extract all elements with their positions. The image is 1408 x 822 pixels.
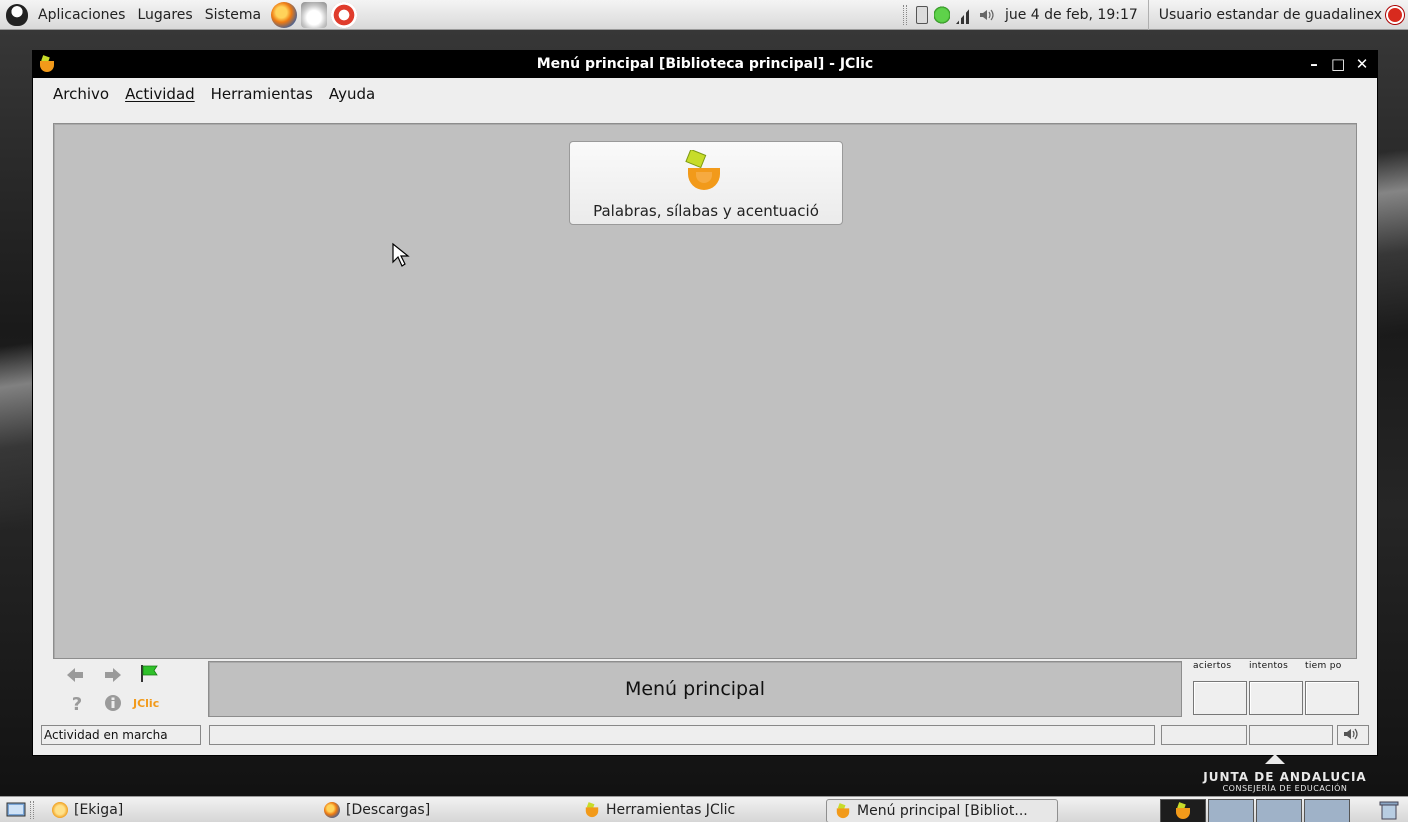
task-ekiga[interactable]: [Ekiga] — [44, 799, 284, 822]
window-titlebar[interactable]: Menú principal [Biblioteca principal] - … — [33, 51, 1377, 78]
firefox-task-icon — [324, 802, 340, 818]
help-question-icon[interactable]: ? — [67, 693, 87, 713]
tiempo-label: tiem po — [1305, 661, 1342, 671]
status-message-field — [209, 725, 1155, 745]
control-panel: ? JClic Menú principal aciertos intentos… — [41, 659, 1369, 719]
activity-label: Palabras, sílabas y acentuació — [593, 202, 819, 220]
battery-icon[interactable] — [915, 6, 928, 24]
trash-icon[interactable] — [1378, 800, 1400, 820]
close-icon[interactable]: ✕ — [1355, 55, 1369, 73]
power-icon[interactable] — [1386, 6, 1404, 24]
menu-lugares[interactable]: Lugares — [131, 7, 198, 23]
signal-strength-icon[interactable] — [955, 6, 972, 24]
task-descargas-label: [Descargas] — [346, 802, 431, 818]
window-title: Menú principal [Biblioteca principal] - … — [536, 56, 874, 72]
firefox-launcher-icon[interactable] — [271, 1, 298, 28]
menu-aplicaciones[interactable]: Aplicaciones — [32, 7, 131, 23]
aciertos-counter — [1193, 681, 1247, 715]
task-menu-principal[interactable]: Menú principal [Bibliot... — [826, 799, 1058, 822]
status-text: Actividad en marcha — [41, 725, 201, 745]
mouse-cursor-icon — [392, 242, 410, 267]
jclic-workspace-icon — [1176, 802, 1190, 819]
task-herramientas-jclic[interactable]: Herramientas JClic — [576, 799, 816, 822]
junta-subtitle: CONSEJERÍA DE EDUCACIÓN — [1222, 784, 1348, 793]
workspace-1[interactable] — [1160, 799, 1206, 822]
next-arrow-icon[interactable] — [103, 665, 123, 685]
score-counters: aciertos intentos tiem po — [1191, 661, 1361, 717]
menu-actividad[interactable]: Actividad — [117, 85, 203, 103]
svg-text:?: ? — [72, 694, 82, 713]
activity-stage: Palabras, sílabas y acentuació — [53, 123, 1357, 659]
menubar: Archivo Actividad Herramientas Ayuda — [33, 79, 1377, 109]
junta-branding: JUNTA DE ANDALUCIA CONSEJERÍA DE EDUCACI… — [1180, 754, 1390, 796]
menu-herramientas[interactable]: Herramientas — [203, 85, 321, 103]
window-controls: – □ ✕ — [1307, 55, 1369, 73]
network-status-icon[interactable] — [933, 6, 950, 24]
system-tray: jue 4 de feb, 19:17 Usuario estandar de … — [902, 0, 1408, 30]
message-box: Menú principal — [208, 661, 1182, 717]
jclic-window: Menú principal [Biblioteca principal] - … — [32, 50, 1378, 756]
reset-flag-icon[interactable] — [139, 663, 159, 683]
bottom-panel: [Ekiga] [Descargas] Herramientas JClic M… — [0, 796, 1408, 822]
help-launcher-icon[interactable] — [331, 1, 358, 28]
previous-arrow-icon[interactable] — [65, 665, 85, 685]
workspace-2[interactable] — [1208, 799, 1254, 822]
minimize-icon[interactable]: – — [1307, 55, 1321, 73]
task-ekiga-label: [Ekiga] — [74, 802, 124, 818]
junta-logo-icon — [1265, 754, 1285, 764]
ekiga-icon — [52, 802, 68, 818]
jclic-logo[interactable]: JClic — [133, 697, 159, 710]
workspace-3[interactable] — [1256, 799, 1302, 822]
jclic-activity-icon — [685, 150, 720, 190]
menu-sistema[interactable]: Sistema — [199, 7, 267, 23]
navigation-buttons: ? JClic — [49, 659, 207, 719]
top-panel: Aplicaciones Lugares Sistema jue 4 de fe… — [0, 0, 1408, 30]
tray-handle[interactable] — [902, 5, 907, 25]
info-icon[interactable] — [103, 693, 123, 713]
activity-button[interactable]: Palabras, sílabas y acentuació — [569, 141, 843, 225]
intentos-label: intentos — [1249, 661, 1289, 671]
maximize-icon[interactable]: □ — [1331, 55, 1345, 73]
panel-menus: Aplicaciones Lugares Sistema — [0, 0, 363, 30]
status-timer-field — [1249, 725, 1333, 745]
status-bar: Actividad en marcha — [41, 725, 1369, 745]
clock[interactable]: jue 4 de feb, 19:17 — [999, 0, 1149, 30]
status-progress-field — [1161, 725, 1247, 745]
menu-archivo[interactable]: Archivo — [45, 85, 117, 103]
user-menu[interactable]: Usuario estandar de guadalinex — [1149, 7, 1386, 23]
aciertos-label: aciertos — [1193, 661, 1232, 671]
guadalinex-logo-icon[interactable] — [6, 3, 28, 26]
jclic-task-icon — [836, 803, 850, 819]
task-menu-principal-label: Menú principal [Bibliot... — [857, 803, 1028, 819]
taskbar-handle[interactable] — [30, 801, 34, 819]
intentos-counter — [1249, 681, 1303, 715]
task-descargas[interactable]: [Descargas] — [316, 799, 566, 822]
menu-ayuda[interactable]: Ayuda — [321, 85, 383, 103]
volume-icon[interactable] — [978, 6, 996, 24]
jclic-task-icon — [585, 802, 599, 818]
workspace-4[interactable] — [1304, 799, 1350, 822]
sound-toggle-icon[interactable] — [1337, 725, 1369, 745]
show-desktop-icon[interactable] — [6, 800, 26, 820]
tiempo-counter — [1305, 681, 1359, 715]
junta-name: JUNTA DE ANDALUCIA — [1203, 770, 1367, 784]
task-herramientas-label: Herramientas JClic — [606, 802, 736, 818]
mail-launcher-icon[interactable] — [301, 1, 328, 28]
